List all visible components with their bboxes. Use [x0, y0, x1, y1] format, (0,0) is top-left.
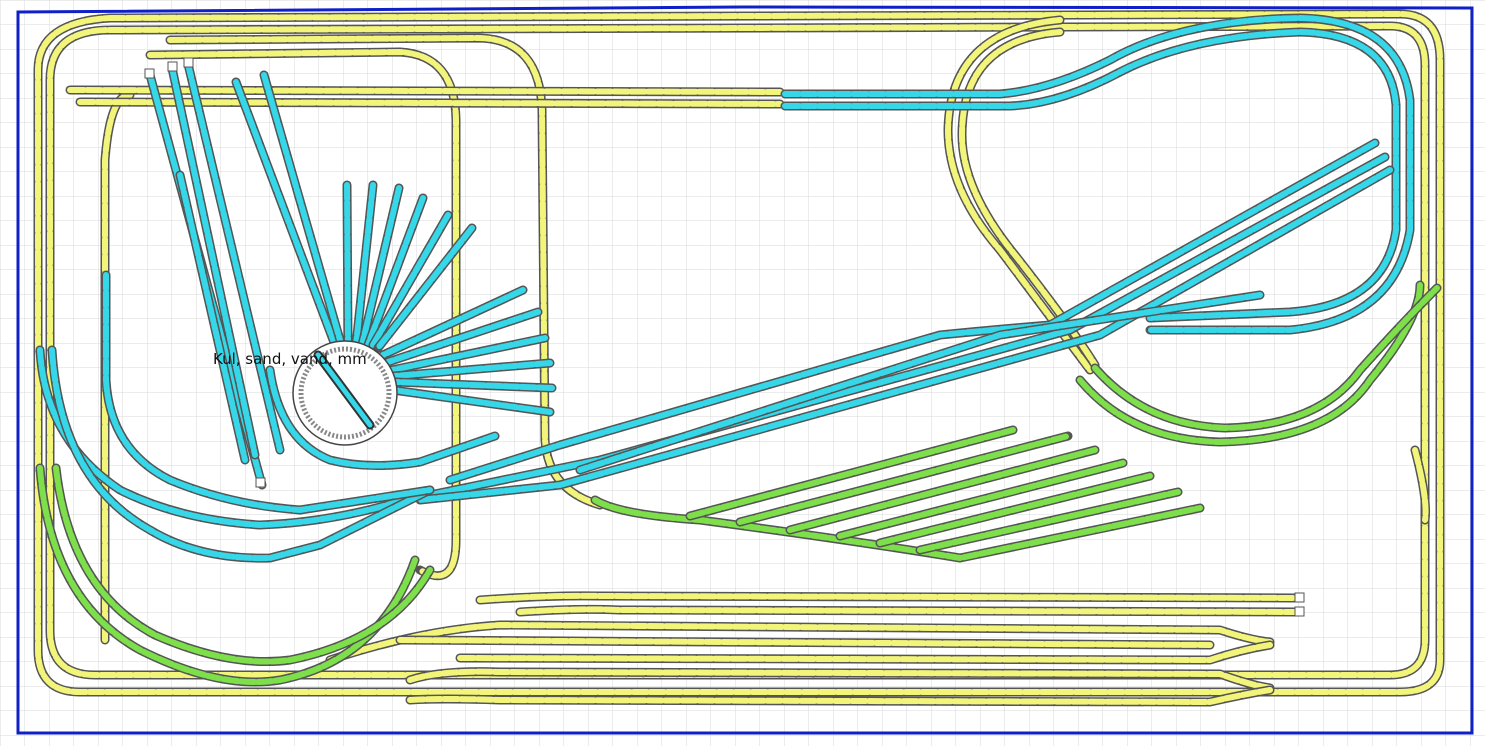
buffer-stop [183, 57, 194, 68]
track-segment[interactable] [77, 99, 783, 107]
buffer-stop [144, 68, 155, 79]
buffer-stop [1294, 592, 1305, 603]
track-segment[interactable] [344, 182, 351, 348]
depot-supplies-label: Kul, sand, vand, mm [213, 350, 367, 368]
buffer-stop [1294, 606, 1305, 617]
buffer-stop [255, 477, 266, 488]
track-plan-canvas[interactable]: Kul, sand, vand, mm [0, 0, 1485, 746]
buffer-stop [167, 61, 178, 72]
track-segment[interactable] [517, 606, 1303, 615]
